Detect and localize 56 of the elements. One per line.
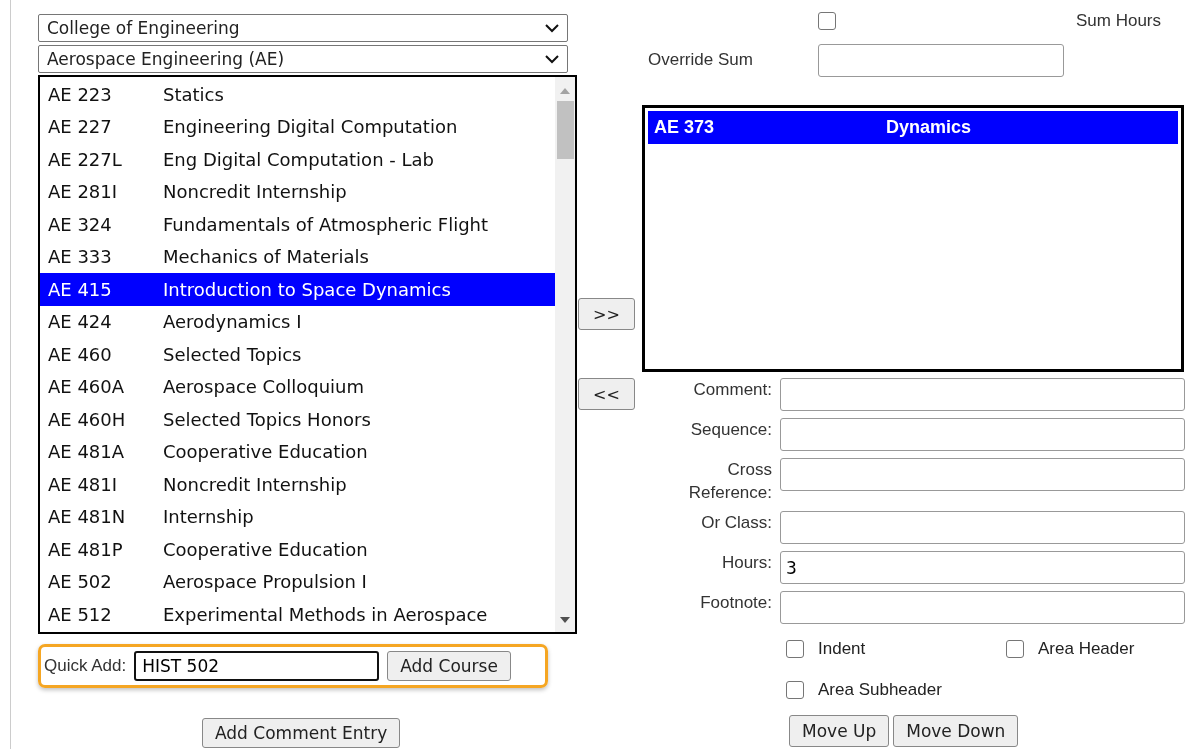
quick-add-label: Quick Add: [44, 656, 127, 676]
course-option[interactable]: AE 460H Selected Topics Honors [40, 403, 555, 436]
option-label: Indent [818, 639, 866, 659]
field-label: Hours: [720, 552, 772, 574]
course-option[interactable]: AE 415 Introduction to Space Dynamics [40, 273, 555, 306]
remove-selected-button[interactable]: << [578, 378, 635, 410]
option-label: Area Header [1038, 639, 1135, 659]
course-option[interactable]: AE 424 Aerodynamics I [40, 305, 555, 338]
add-selected-button[interactable]: >> [578, 298, 635, 330]
scroll-up-icon [559, 87, 571, 95]
scrollbar[interactable] [555, 77, 575, 632]
text-field[interactable] [780, 378, 1185, 411]
field-label: Comment: [692, 379, 772, 401]
sum-hours-label: Sum Hours [1075, 11, 1161, 31]
scroll-thumb[interactable] [556, 101, 574, 159]
option-label: Area Subheader [818, 680, 942, 700]
course-option[interactable]: AE 281I Noncredit Internship [40, 175, 555, 208]
chosen-course-option[interactable]: AE 373 Dynamics [648, 111, 1178, 144]
field-label: Footnote: [699, 592, 772, 614]
course-option[interactable]: AE 502 Aerospace Propulsion I [40, 565, 555, 598]
college-select[interactable]: College of Engineering [38, 14, 568, 42]
checkbox[interactable] [786, 640, 804, 658]
course-option[interactable]: AE 324 Fundamentals of Atmospheric Flight [40, 208, 555, 241]
checkbox[interactable] [818, 12, 836, 30]
course-option[interactable]: AE 460 Selected Topics [40, 338, 555, 371]
course-option[interactable]: AE 481P Cooperative Education [40, 533, 555, 566]
checkbox[interactable] [1006, 640, 1024, 658]
field-label: Sequence: [689, 419, 772, 441]
field-label: Or Class: [700, 512, 772, 534]
override-sum-field[interactable] [818, 43, 1064, 77]
add-comment-button[interactable]: Add Comment Entry [202, 718, 401, 748]
course-option[interactable]: AE 512 Experimental Methods in Aerospace [40, 598, 555, 631]
move-down-button[interactable]: Move Down [893, 715, 1019, 747]
text-field[interactable]: 3 [780, 551, 1185, 584]
course-option[interactable]: AE 227L Eng Digital Computation - Lab [40, 143, 555, 176]
move-up-button[interactable]: Move Up [789, 715, 890, 747]
text-field[interactable] [780, 418, 1185, 451]
checkbox[interactable] [786, 681, 804, 699]
chevron-down-icon [545, 54, 559, 64]
course-option[interactable]: AE 481A Cooperative Education [40, 435, 555, 468]
add-course-button[interactable]: Add Course [387, 651, 511, 681]
text-field[interactable] [780, 591, 1185, 624]
scroll-down-icon [559, 616, 571, 624]
text-field[interactable] [780, 458, 1185, 491]
field-label: Cross Reference: [687, 459, 772, 504]
override-sum-label: Override Sum [648, 50, 754, 70]
course-option[interactable]: AE 227 Engineering Digital Computation [40, 110, 555, 143]
chevron-down-icon [545, 23, 559, 33]
course-option[interactable]: AE 481I Noncredit Internship [40, 468, 555, 501]
department-select[interactable]: Aerospace Engineering (AE) [38, 45, 568, 73]
course-option[interactable]: AE 333 Mechanics of Materials [40, 240, 555, 273]
course-option[interactable]: AE 481N Internship [40, 500, 555, 533]
quick-add-field[interactable]: HIST 502 [134, 651, 380, 681]
course-option[interactable]: AE 460A Aerospace Colloquium [40, 370, 555, 403]
course-option[interactable]: AE 223 Statics [40, 78, 555, 111]
text-field[interactable] [780, 511, 1185, 544]
